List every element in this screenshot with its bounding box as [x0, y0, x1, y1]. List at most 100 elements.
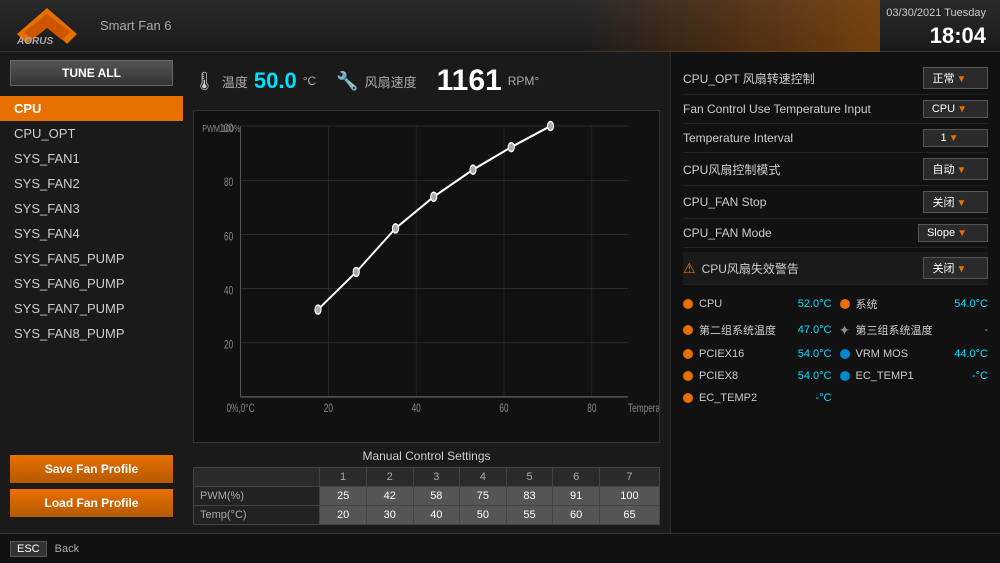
sidebar-item-sys-fan2[interactable]: SYS_FAN2: [0, 171, 183, 196]
fan-stat-group: 🔧 风扇速度: [336, 71, 416, 92]
pwm-6[interactable]: 91: [553, 487, 600, 506]
sidebar-item-cpu[interactable]: CPU: [0, 96, 183, 121]
temp-label: Temp(°C): [194, 506, 320, 525]
setting-cpu-fan-stop: CPU_FAN Stop 关闭▼: [683, 186, 988, 219]
setting-temp-interval: Temperature Interval 1▼: [683, 124, 988, 153]
col-header-empty: [194, 468, 320, 487]
chevron-down-icon-3: ▼: [949, 133, 959, 144]
cpu-fan-stop-dropdown[interactable]: 关闭▼: [923, 191, 988, 213]
fan-control-temp-dropdown[interactable]: CPU▼: [923, 100, 988, 118]
sys2-sensor-indicator: [683, 325, 693, 335]
ectemp1-sensor-value: -°C: [972, 370, 988, 382]
temp-1[interactable]: 20: [320, 506, 367, 525]
temp-4[interactable]: 50: [460, 506, 507, 525]
pciex8-sensor-indicator: [683, 371, 693, 381]
col-header-2: 2: [366, 468, 413, 487]
pciex8-sensor-value: 54.0°C: [798, 370, 832, 382]
svg-text:40: 40: [412, 403, 421, 416]
sidebar: TUNE ALL CPU CPU_OPT SYS_FAN1 SYS_FAN2 S…: [0, 52, 183, 533]
sidebar-item-sys-fan5-pump[interactable]: SYS_FAN5_PUMP: [0, 246, 183, 271]
fan-control-temp-value: CPU▼: [923, 100, 988, 118]
cpu-fan-failure-dropdown[interactable]: 关闭▼: [923, 257, 988, 279]
svg-text:80: 80: [587, 403, 596, 416]
temp-6[interactable]: 60: [553, 506, 600, 525]
sensor-ectemp2: EC_TEMP2 -°C: [683, 389, 832, 407]
pwm-7[interactable]: 100: [599, 487, 659, 506]
cpu-opt-fan-dropdown[interactable]: 正常▼: [923, 67, 988, 89]
sensor-cpu: CPU 52.0°C: [683, 293, 832, 315]
manual-settings-table: 1 2 3 4 5 6 7 PWM(%) 25 42 58: [193, 467, 660, 525]
vrmmos-sensor-indicator: [840, 349, 850, 359]
save-fan-profile-button[interactable]: Save Fan Profile: [10, 455, 173, 483]
app-title: Smart Fan 6: [100, 18, 172, 33]
sidebar-item-sys-fan7-pump[interactable]: SYS_FAN7_PUMP: [0, 296, 183, 321]
cpu-opt-fan-label: CPU_OPT 风扇转速控制: [683, 70, 815, 87]
sidebar-item-sys-fan6-pump[interactable]: SYS_FAN6_PUMP: [0, 271, 183, 296]
pwm-2[interactable]: 42: [366, 487, 413, 506]
sys3-sensor-indicator: ✦: [840, 325, 850, 335]
pwm-3[interactable]: 58: [413, 487, 460, 506]
system-sensor-label: 系统: [856, 296, 878, 312]
svg-text:0%,0°C: 0%,0°C: [226, 403, 255, 416]
cpu-sensor-label: CPU: [699, 298, 722, 310]
sys3-sensor-label: 第三组系统温度: [856, 322, 933, 338]
right-panel: CPU_OPT 风扇转速控制 正常▼ Fan Control Use Tempe…: [670, 52, 1000, 533]
pciex8-sensor-label: PCIEX8: [699, 370, 738, 382]
main-layout: TUNE ALL CPU CPU_OPT SYS_FAN1 SYS_FAN2 S…: [0, 52, 1000, 533]
temp-stat-group: 🌡 温度 50.0 °C: [193, 68, 316, 94]
cpu-fan-mode2-label: CPU_FAN Mode: [683, 226, 772, 240]
header: AORUS Smart Fan 6 03/30/2021 Tuesday 18:…: [0, 0, 1000, 52]
chevron-down-icon-7: ▼: [957, 264, 967, 275]
fan-curve-chart[interactable]: 100 80 60 40 20 0%,0°C 20 40 60 80 Tempe…: [193, 110, 660, 443]
sys3-sensor-value: -: [984, 324, 988, 336]
pwm-4[interactable]: 75: [460, 487, 507, 506]
temp-2[interactable]: 30: [366, 506, 413, 525]
sidebar-item-sys-fan3[interactable]: SYS_FAN3: [0, 196, 183, 221]
temp-3[interactable]: 40: [413, 506, 460, 525]
col-header-6: 6: [553, 468, 600, 487]
temp-interval-value: 1▼: [923, 129, 988, 147]
temp-interval-dropdown[interactable]: 1▼: [923, 129, 988, 147]
temp-value: 50.0: [254, 68, 297, 94]
sys2-sensor-label: 第二组系统温度: [699, 322, 776, 338]
temp-interval-label: Temperature Interval: [683, 131, 793, 145]
cpu-sensor-value: 52.0°C: [798, 298, 832, 310]
center-panel: 🌡 温度 50.0 °C 🔧 风扇速度 1161 RPM°: [183, 52, 670, 533]
vrmmos-sensor-label: VRM MOS: [856, 348, 909, 360]
tune-all-button[interactable]: TUNE ALL: [10, 60, 173, 86]
temp-7[interactable]: 65: [599, 506, 659, 525]
pwm-row: PWM(%) 25 42 58 75 83 91 100: [194, 487, 660, 506]
sensor-ectemp1: EC_TEMP1 -°C: [840, 367, 989, 385]
cpu-fan-mode-dropdown[interactable]: 自动▼: [923, 158, 988, 180]
thermometer-icon: 🌡: [193, 71, 216, 92]
date-display: 03/30/2021 Tuesday: [886, 7, 986, 19]
chevron-down-icon-4: ▼: [957, 165, 967, 176]
pciex16-sensor-label: PCIEX16: [699, 348, 744, 360]
svg-text:20: 20: [224, 339, 233, 352]
sensor-sys2: 第二组系统温度 47.0°C: [683, 319, 832, 341]
svg-text:60: 60: [224, 231, 233, 244]
sidebar-item-sys-fan8-pump[interactable]: SYS_FAN8_PUMP: [0, 321, 183, 346]
setting-cpu-fan-control-mode: CPU风扇控制模式 自动▼: [683, 153, 988, 186]
esc-key[interactable]: ESC: [10, 541, 47, 557]
ectemp1-sensor-indicator: [840, 371, 850, 381]
pwm-1[interactable]: 25: [320, 487, 367, 506]
sidebar-spacer: [0, 346, 183, 455]
temp-5[interactable]: 55: [506, 506, 553, 525]
sidebar-item-sys-fan4[interactable]: SYS_FAN4: [0, 221, 183, 246]
cpu-fan-mode2-dropdown[interactable]: Slope▼: [918, 224, 988, 242]
setting-cpu-fan-mode: CPU_FAN Mode Slope▼: [683, 219, 988, 248]
pwm-5[interactable]: 83: [506, 487, 553, 506]
svg-text:20: 20: [324, 403, 333, 416]
back-label: Back: [55, 543, 79, 555]
load-fan-profile-button[interactable]: Load Fan Profile: [10, 489, 173, 517]
warning-left: ⚠ CPU风扇失效警告: [683, 260, 799, 277]
manual-settings-title: Manual Control Settings: [193, 449, 660, 463]
col-header-5: 5: [506, 468, 553, 487]
sidebar-item-cpu-opt[interactable]: CPU_OPT: [0, 121, 183, 146]
sidebar-item-sys-fan1[interactable]: SYS_FAN1: [0, 146, 183, 171]
sidebar-bottom-buttons: Save Fan Profile Load Fan Profile: [0, 455, 183, 525]
warning-triangle-icon: ⚠: [683, 260, 696, 277]
aorus-logo-icon: AORUS: [12, 6, 82, 46]
rpm-value: 1161: [437, 64, 502, 98]
